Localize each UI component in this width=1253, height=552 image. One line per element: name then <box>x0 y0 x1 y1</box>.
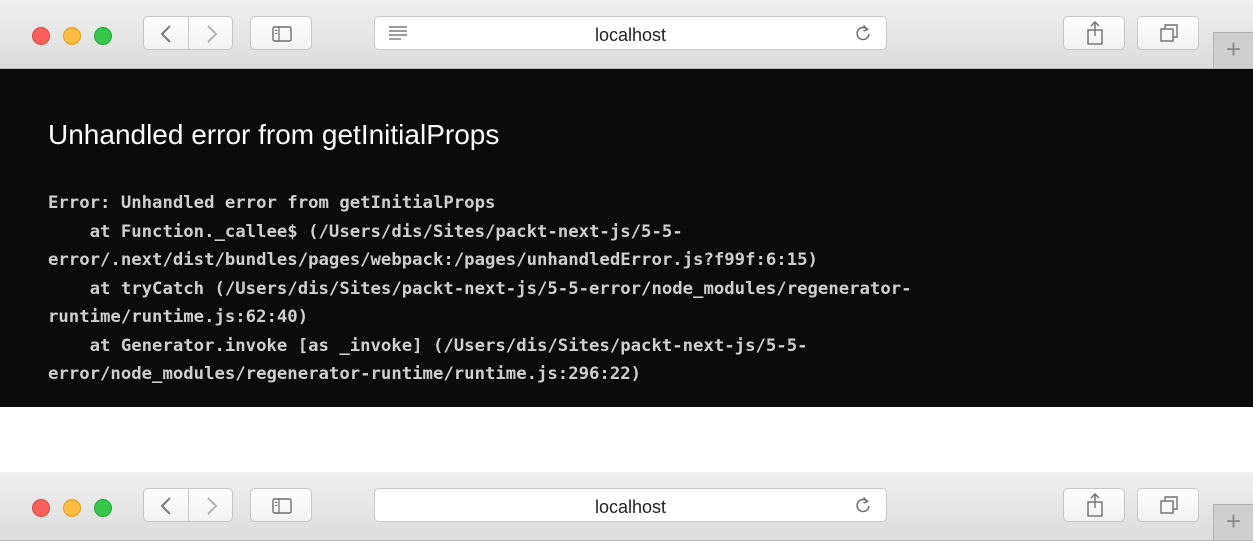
zoom-window-button[interactable] <box>94 27 112 45</box>
address-bar[interactable]: localhost <box>374 16 887 50</box>
address-bar[interactable]: localhost <box>374 488 887 522</box>
forward-button[interactable] <box>188 16 233 50</box>
sidebar-icon <box>272 26 292 42</box>
new-tab-button[interactable]: + <box>1213 32 1253 68</box>
back-button[interactable] <box>143 488 189 522</box>
plus-icon: + <box>1225 34 1242 64</box>
reload-icon[interactable] <box>854 23 872 43</box>
minimize-window-button[interactable] <box>63 499 81 517</box>
browser-window-blank: localhost + <box>0 472 1253 552</box>
stack-line: at tryCatch (/Users/dis/Sites/packt-next… <box>48 278 912 299</box>
sidebar-button[interactable] <box>250 488 312 522</box>
chevron-right-icon <box>207 25 218 43</box>
plus-icon: + <box>1225 506 1242 536</box>
url-text: localhost <box>594 25 667 45</box>
stack-line: error/node_modules/regenerator-runtime/r… <box>48 364 642 384</box>
error-stack-trace: Error: Unhandled error from getInitialPr… <box>48 189 912 389</box>
close-window-button[interactable] <box>32 499 50 517</box>
browser-window-error: localhost + Unhandled error from getInit… <box>0 0 1253 407</box>
tabs-icon <box>1160 24 1178 42</box>
new-tab-button[interactable]: + <box>1213 504 1253 540</box>
tabs-icon <box>1160 496 1178 514</box>
chevron-right-icon <box>207 497 218 515</box>
close-window-button[interactable] <box>32 27 50 45</box>
browser-toolbar: localhost + <box>0 0 1253 69</box>
stack-line: Error: Unhandled error from getInitialPr… <box>48 193 496 213</box>
reload-icon[interactable] <box>854 495 872 515</box>
browser-toolbar: localhost + <box>0 472 1253 541</box>
tab-overview-button[interactable] <box>1137 488 1199 522</box>
stack-line: runtime/runtime.js:62:40) <box>48 307 309 327</box>
url-text: localhost <box>594 497 667 517</box>
sidebar-button[interactable] <box>250 16 312 50</box>
chevron-left-icon <box>160 25 171 43</box>
error-title: Unhandled error from getInitialProps <box>48 119 500 150</box>
back-button[interactable] <box>143 16 189 50</box>
stack-line: error/.next/dist/bundles/pages/webpack:/… <box>48 250 818 270</box>
share-button[interactable] <box>1063 16 1125 50</box>
stack-line: at Generator.invoke [as _invoke] (/Users… <box>48 335 808 356</box>
page-content: Unhandled error from getInitialProps Err… <box>0 69 1253 407</box>
chevron-left-icon <box>160 497 171 515</box>
tab-overview-button[interactable] <box>1137 16 1199 50</box>
stack-line: at Function._callee$ (/Users/dis/Sites/p… <box>48 221 683 242</box>
forward-button[interactable] <box>188 488 233 522</box>
share-icon <box>1087 493 1103 517</box>
share-icon <box>1087 21 1103 45</box>
share-button[interactable] <box>1063 488 1125 522</box>
sidebar-icon <box>272 498 292 514</box>
minimize-window-button[interactable] <box>63 27 81 45</box>
zoom-window-button[interactable] <box>94 499 112 517</box>
